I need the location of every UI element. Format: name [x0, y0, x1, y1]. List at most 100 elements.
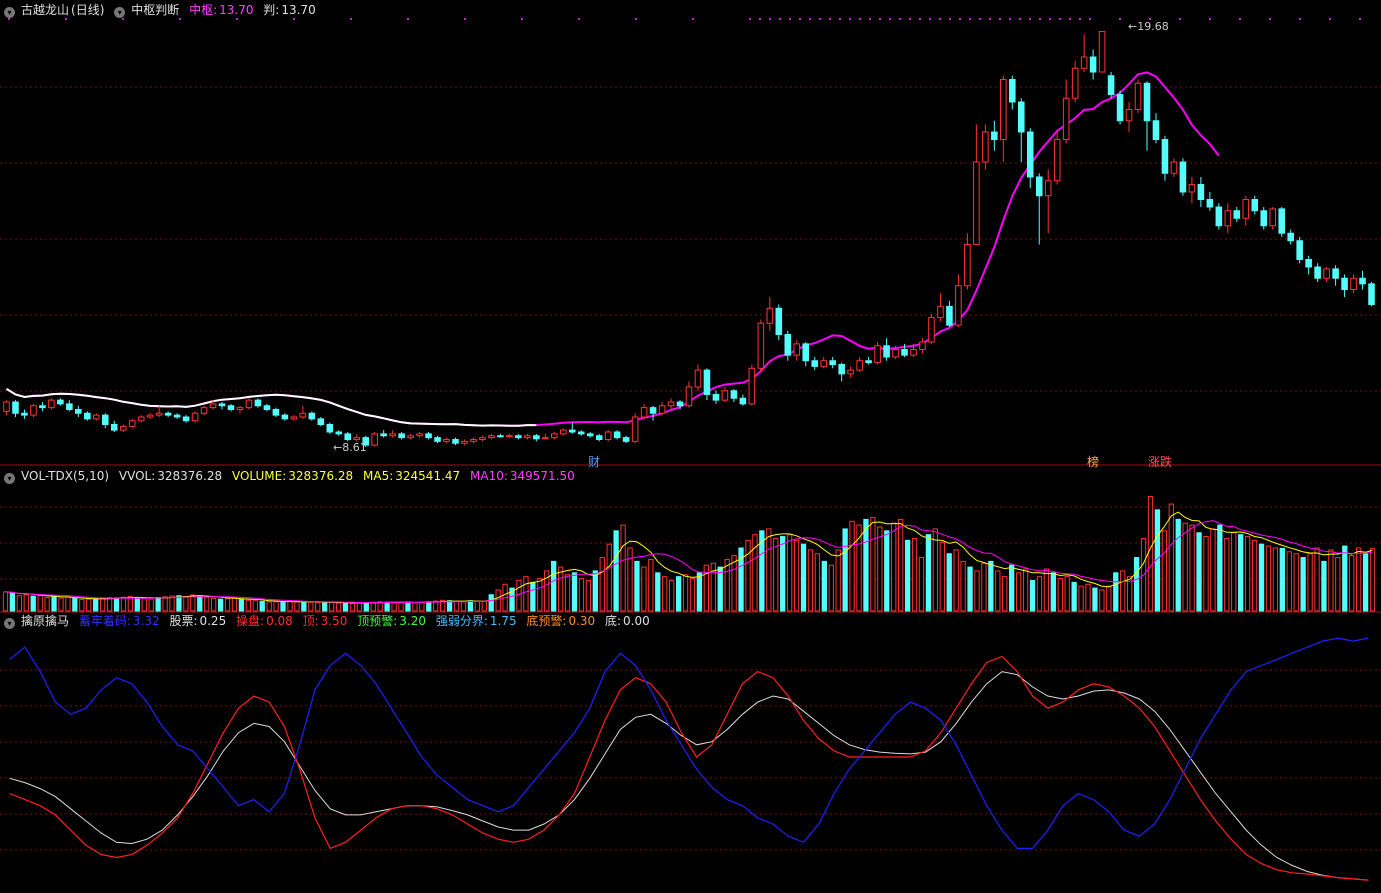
signal-dot	[521, 18, 523, 20]
volume-value: 328376.28	[288, 469, 354, 483]
candle-body	[443, 439, 450, 442]
signal-dot	[769, 18, 771, 20]
marker-bang[interactable]: 榜	[1087, 453, 1099, 470]
candle-body	[1098, 31, 1106, 73]
volume-ma10-line	[5, 520, 1373, 604]
volume-menu-icon[interactable]: ▾	[4, 473, 15, 484]
osc-d-value: 3.50	[320, 614, 348, 628]
candle-body	[1269, 208, 1277, 227]
volume-bar	[127, 596, 134, 612]
marker-cai[interactable]: 财	[588, 453, 600, 470]
volume-bar	[1064, 576, 1070, 612]
volume-bar	[1286, 551, 1292, 612]
candle-body	[290, 416, 298, 420]
volume-bar	[1265, 545, 1272, 612]
candle-body	[775, 307, 783, 335]
indicator-menu-icon[interactable]: ▾	[114, 7, 126, 18]
osc-menu-icon[interactable]: ▾	[4, 618, 15, 629]
signal-dot	[969, 18, 971, 20]
candle-body	[694, 369, 702, 388]
volume-bar	[1085, 583, 1091, 612]
volume-bar	[1272, 547, 1279, 612]
volume-bar	[481, 600, 487, 612]
volume-bar	[627, 547, 633, 612]
oscillator-panel-header: ▾ 擒原擒马 蓄牢着码: 3.32 股票: 0.25 操盘: 0.08 顶: 3.50 顶…	[4, 614, 656, 629]
ma5-label: MA5:	[363, 469, 394, 483]
volume-bar	[120, 596, 127, 612]
candle-body	[730, 390, 738, 399]
volume-bar	[398, 601, 404, 612]
signal-dot	[879, 18, 881, 20]
candle-body	[84, 412, 91, 420]
candle-body	[1125, 109, 1133, 122]
volume-bar	[1175, 518, 1181, 612]
volume-bar	[1099, 589, 1105, 612]
candle-body	[883, 345, 890, 358]
volume-bar	[1300, 557, 1306, 612]
volume-bar	[342, 602, 349, 612]
candle-body	[497, 435, 504, 438]
signal-dot	[849, 18, 851, 20]
signal-dot	[889, 18, 891, 20]
volume-bar	[523, 576, 529, 612]
volume-bar	[113, 597, 120, 612]
candle-body	[631, 416, 639, 442]
candle-body	[407, 435, 414, 439]
volume-bar	[1036, 576, 1043, 612]
volume-bar	[1120, 570, 1126, 612]
candle-body	[1287, 232, 1294, 242]
candle-body	[245, 399, 253, 409]
ma10-label: MA10:	[470, 469, 508, 483]
volume-bar	[1321, 560, 1327, 612]
volume-bar	[911, 537, 918, 612]
volume-bar	[648, 558, 654, 612]
candle-body	[802, 343, 810, 362]
volume-bar	[1210, 528, 1216, 612]
volume-label: VOLUME:	[231, 469, 287, 483]
volume-bar	[606, 543, 612, 612]
volume-bar	[51, 595, 57, 612]
volume-bar	[773, 537, 779, 612]
volume-bar	[1203, 536, 1209, 612]
candle-body	[1368, 283, 1375, 305]
marker-zhangdie[interactable]: 涨跌	[1148, 453, 1172, 470]
candle-body	[1233, 210, 1241, 219]
candle-body	[1080, 56, 1088, 69]
candle-body	[3, 401, 10, 412]
volume-bar	[488, 594, 494, 612]
candle-body	[1188, 184, 1196, 193]
candle-body	[910, 349, 917, 356]
pan-value: 13.70	[281, 3, 316, 17]
volume-bar	[308, 601, 314, 612]
candle-body	[586, 433, 594, 437]
candle-body	[66, 403, 73, 410]
candle-body	[281, 414, 289, 420]
volume-bar	[1106, 585, 1112, 612]
volume-bar	[599, 557, 605, 612]
volume-bar	[231, 597, 238, 612]
volume-bar	[1057, 578, 1063, 612]
signal-dot	[939, 18, 941, 20]
candle-body	[75, 409, 82, 414]
volume-bar	[891, 522, 897, 612]
volume-bar	[273, 600, 279, 612]
volume-bar	[620, 524, 626, 612]
candle-body	[191, 412, 199, 422]
volume-bar	[259, 600, 265, 612]
volume-panel-header: ▾ VOL-TDX(5,10) VVOL: 328376.28 VOLUME: 328…	[4, 469, 581, 484]
panel-menu-icon[interactable]: ▾	[4, 7, 15, 18]
signal-dot	[1029, 18, 1031, 20]
candle-body	[506, 435, 513, 438]
candle-body	[470, 439, 477, 442]
volume-bar	[800, 543, 807, 612]
signal-dot	[635, 18, 637, 20]
osc-red-line	[9, 655, 1369, 881]
candle-body	[1107, 75, 1115, 95]
signal-dot	[1329, 18, 1331, 20]
candle-body	[1278, 208, 1285, 234]
volume-bar	[925, 534, 932, 612]
volume-bar	[995, 570, 1001, 612]
candle-body	[604, 431, 612, 440]
candle-body	[254, 399, 262, 407]
volume-bar	[252, 600, 258, 612]
